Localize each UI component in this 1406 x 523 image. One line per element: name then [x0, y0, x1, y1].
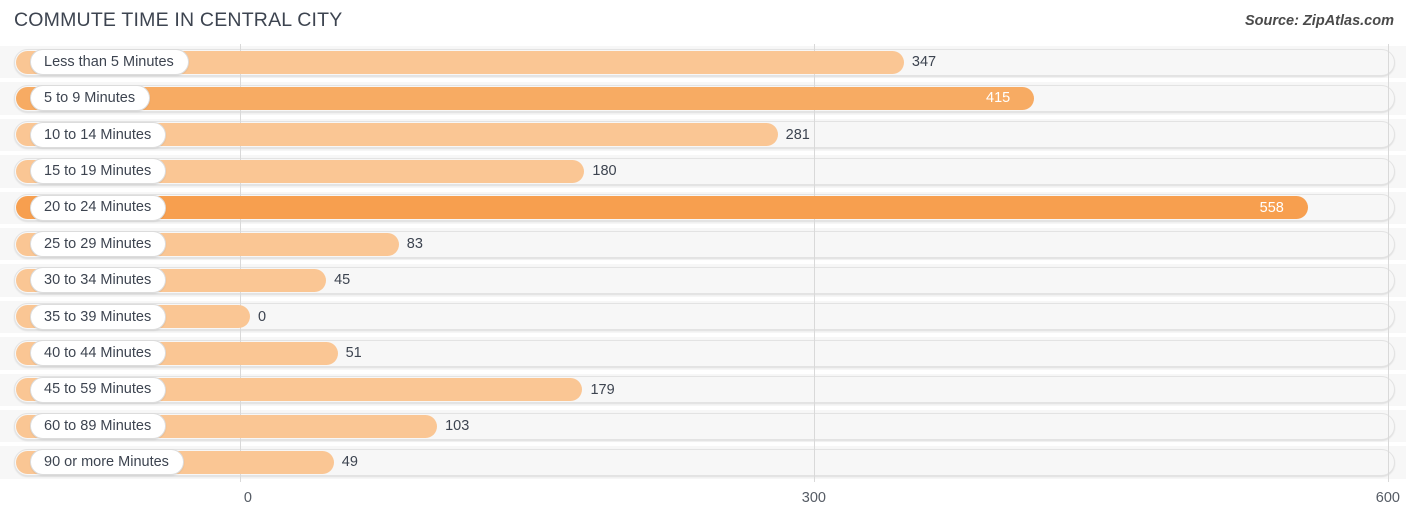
- category-label: 10 to 14 Minutes: [44, 126, 152, 143]
- value-label: 558: [1259, 199, 1284, 216]
- category-label-pill[interactable]: 60 to 89 Minutes: [30, 413, 167, 439]
- chart-plot-area: Less than 5 Minutes 347 5 to 9 Minutes 415 1…: [0, 44, 1406, 482]
- category-label-pill[interactable]: 40 to 44 Minutes: [30, 340, 167, 367]
- value-label: 83: [406, 235, 423, 252]
- value-label: 45: [334, 272, 351, 289]
- category-label-pill[interactable]: 20 to 24 Minutes: [30, 194, 167, 221]
- category-label: 45 to 59 Minutes: [44, 381, 152, 398]
- category-label-pill[interactable]: 15 to 19 Minutes: [30, 158, 167, 185]
- category-label: Less than 5 Minutes: [44, 53, 174, 70]
- chart-row[interactable]: 20 to 24 Minutes 558: [0, 190, 1406, 226]
- gridline-600: [1388, 44, 1389, 482]
- category-label: 35 to 39 Minutes: [44, 308, 152, 325]
- category-label-pill[interactable]: 10 to 14 Minutes: [30, 121, 167, 148]
- chart-row[interactable]: 5 to 9 Minutes 415: [0, 80, 1406, 116]
- category-label: 40 to 44 Minutes: [44, 344, 152, 361]
- x-axis-tick-600: 600: [1375, 490, 1400, 506]
- value-label: 281: [785, 126, 810, 143]
- value-label: 51: [345, 345, 362, 362]
- chart-header: COMMUTE TIME IN CENTRAL CITY Source: Zip…: [0, 0, 1406, 44]
- x-axis-tick-0: 0: [243, 490, 252, 506]
- chart-row[interactable]: 40 to 44 Minutes 51: [0, 335, 1406, 371]
- category-label: 15 to 19 Minutes: [44, 162, 152, 179]
- chart-row[interactable]: 30 to 34 Minutes 45: [0, 262, 1406, 298]
- chart-row[interactable]: 90 or more Minutes 49: [0, 444, 1406, 480]
- value-label: 49: [341, 454, 358, 471]
- chart-row[interactable]: 15 to 19 Minutes 180: [0, 153, 1406, 189]
- value-label: 103: [445, 417, 470, 434]
- category-label-pill[interactable]: 5 to 9 Minutes: [30, 85, 151, 112]
- value-label: 180: [592, 163, 617, 180]
- value-bar[interactable]: [16, 196, 1308, 220]
- x-axis: 0 300 600: [0, 482, 1406, 523]
- value-bar[interactable]: [16, 86, 1035, 110]
- category-label-pill[interactable]: 25 to 29 Minutes: [30, 231, 167, 257]
- category-label: 20 to 24 Minutes: [44, 199, 152, 216]
- category-label: 5 to 9 Minutes: [44, 90, 136, 107]
- category-label-pill[interactable]: 30 to 34 Minutes: [30, 267, 167, 294]
- value-label: 347: [911, 53, 937, 70]
- value-label: 0: [258, 308, 267, 325]
- category-label: 25 to 29 Minutes: [44, 235, 152, 252]
- source-attribution: Source: ZipAtlas.com: [1244, 13, 1394, 29]
- chart-row[interactable]: 25 to 29 Minutes 83: [0, 226, 1406, 262]
- chart-row[interactable]: 35 to 39 Minutes 0: [0, 299, 1406, 335]
- category-label: 30 to 34 Minutes: [44, 272, 152, 289]
- category-label: 90 or more Minutes: [44, 454, 169, 471]
- chart-row[interactable]: 60 to 89 Minutes 103: [0, 408, 1406, 444]
- category-label-pill[interactable]: 45 to 59 Minutes: [30, 376, 167, 403]
- x-axis-tick-300: 300: [801, 490, 826, 506]
- chart-row[interactable]: 10 to 14 Minutes 281: [0, 117, 1406, 153]
- chart-row[interactable]: Less than 5 Minutes 347: [0, 44, 1406, 80]
- value-label: 179: [590, 381, 615, 398]
- category-label-pill[interactable]: Less than 5 Minutes: [30, 49, 189, 75]
- value-label: 415: [986, 90, 1011, 107]
- category-label: 60 to 89 Minutes: [44, 417, 152, 434]
- chart-row[interactable]: 45 to 59 Minutes 179: [0, 372, 1406, 408]
- page-title: COMMUTE TIME IN CENTRAL CITY: [14, 9, 343, 31]
- category-label-pill[interactable]: 35 to 39 Minutes: [30, 303, 167, 330]
- category-label-pill[interactable]: 90 or more Minutes: [30, 449, 184, 476]
